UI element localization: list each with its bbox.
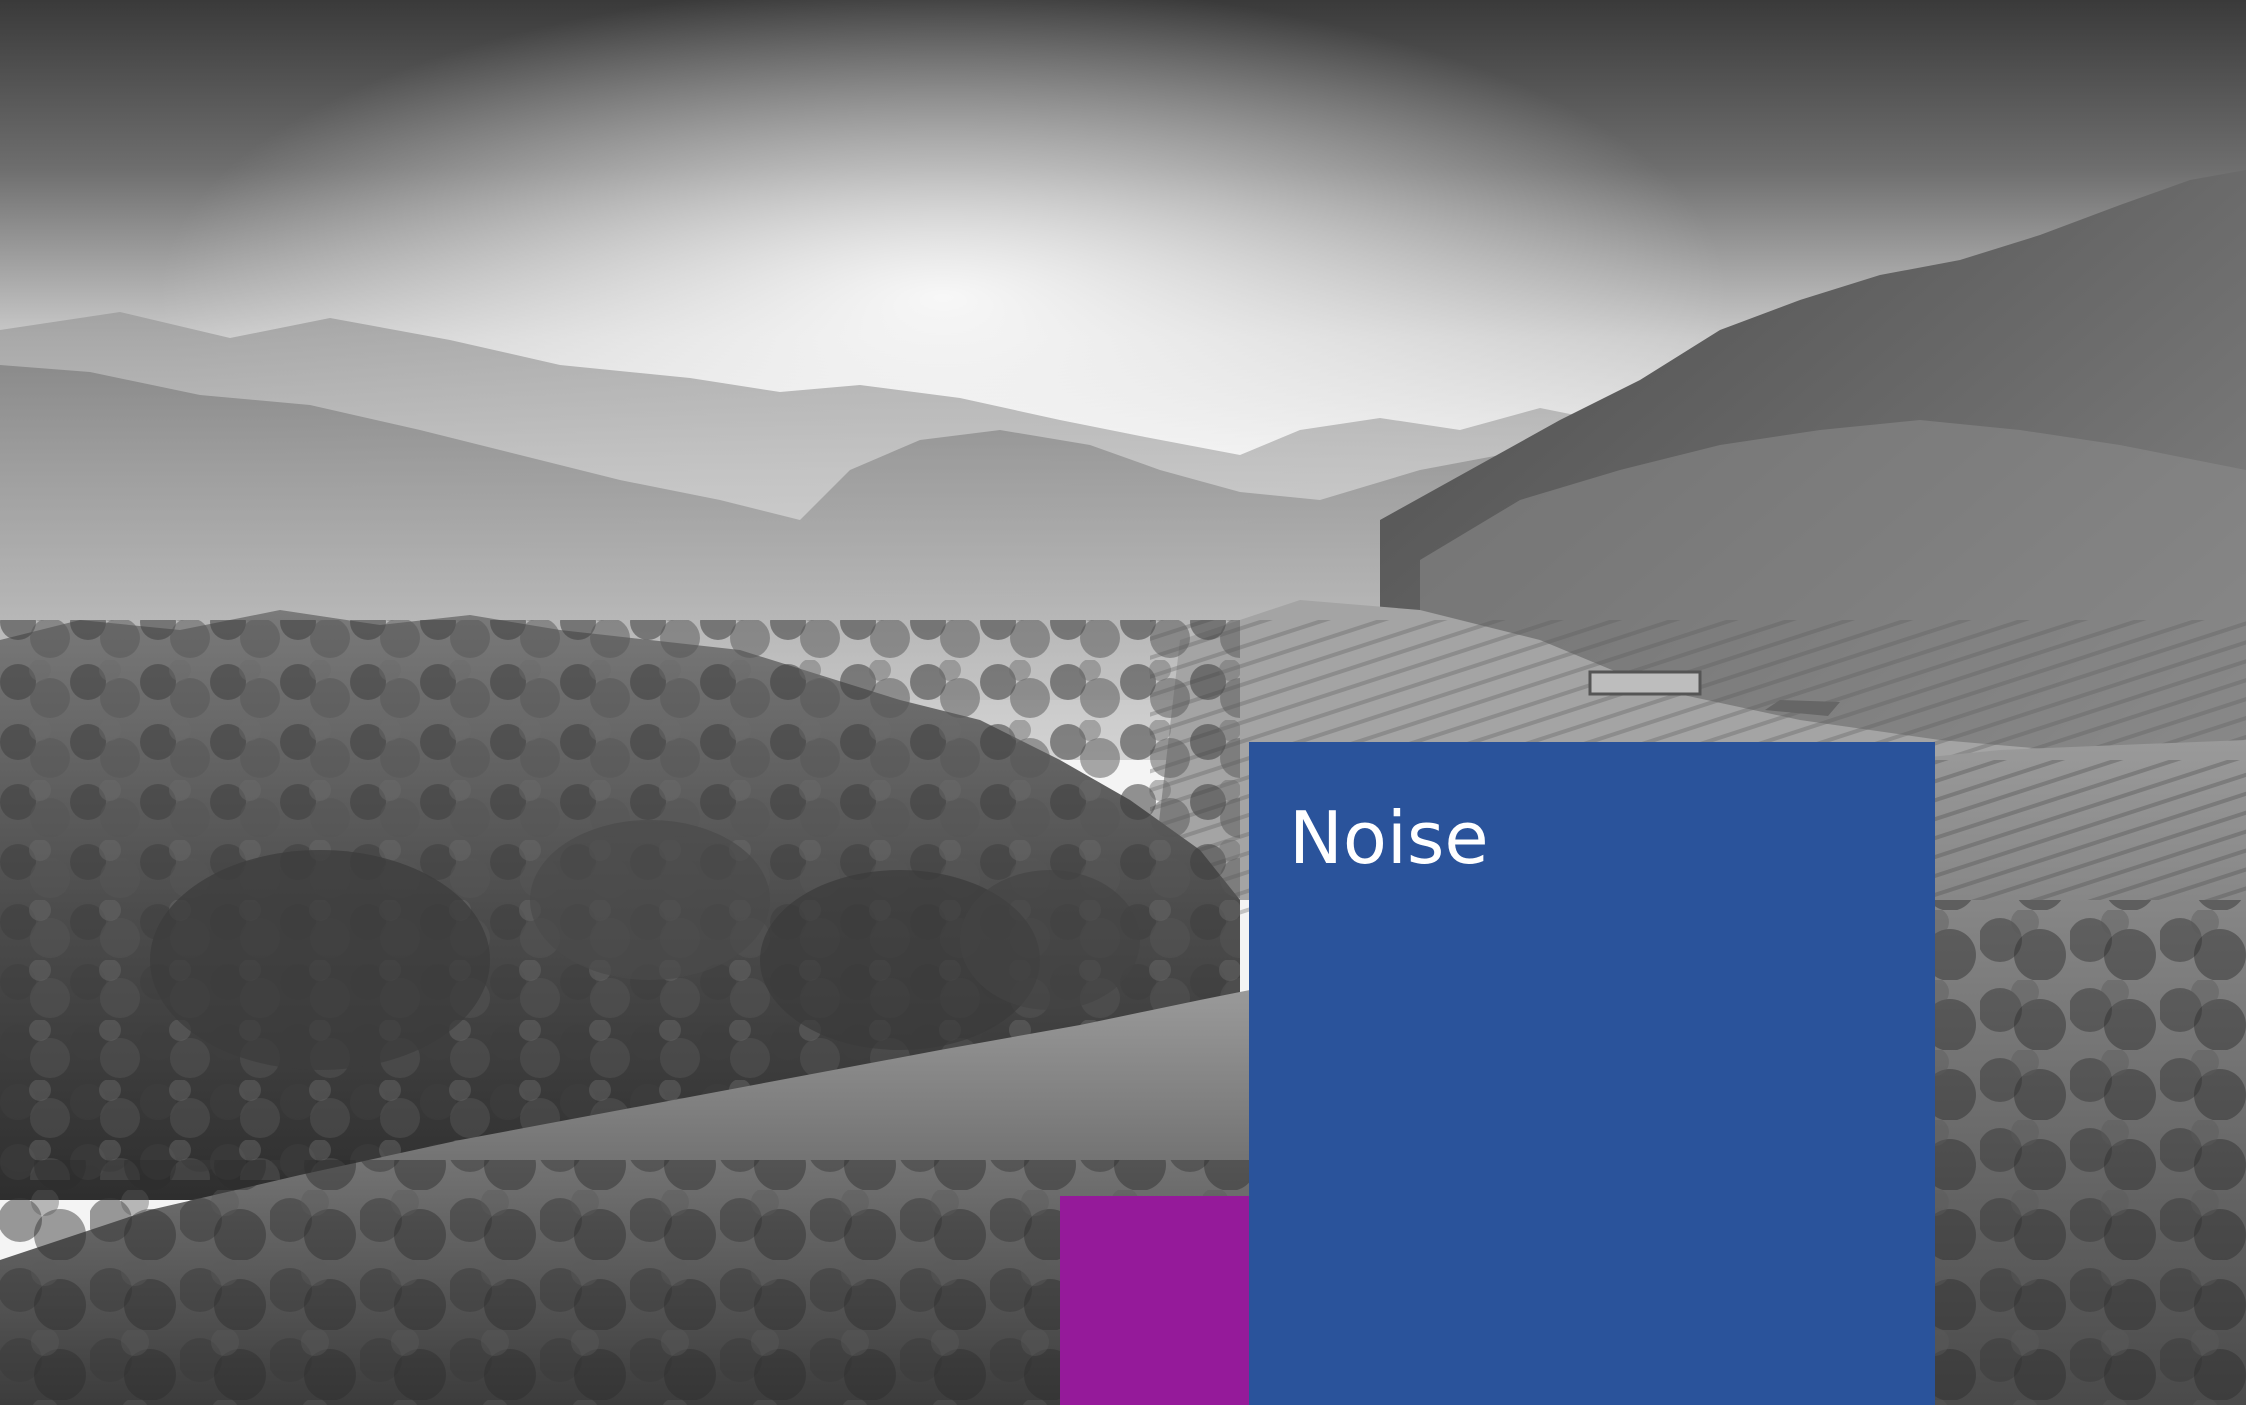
slide-title: Noise — [1289, 796, 1489, 880]
title-panel: Noise — [1249, 742, 1935, 1405]
slide: Noise — [0, 0, 2246, 1405]
accent-square — [1060, 1196, 1249, 1405]
